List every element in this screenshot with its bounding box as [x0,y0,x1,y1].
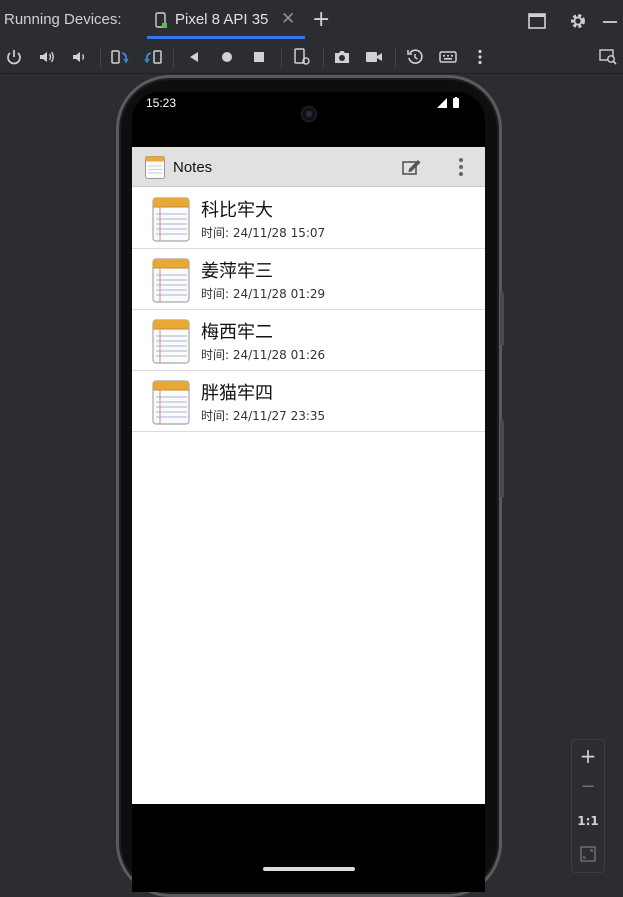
active-tab-indicator [147,36,305,39]
phone-device-icon [155,12,167,28]
note-notepad-icon [152,380,190,425]
overflow-menu-icon[interactable] [452,157,470,177]
overview-icon[interactable] [249,47,269,67]
note-notepad-icon [152,197,190,242]
camera-screenshot-icon[interactable] [332,47,352,67]
note-notepad-icon [152,258,190,303]
new-note-edit-icon[interactable] [402,158,422,176]
phone-volume-button [500,420,504,498]
screen-record-icon[interactable] [364,47,384,67]
device-mirroring-icon[interactable] [292,47,312,67]
note-list-item[interactable]: 胖猫牢四 时间: 24/11/27 23:35 [132,371,485,432]
toolbar-separator [281,48,282,68]
note-list-item[interactable]: 梅西牢二 时间: 24/11/28 01:26 [132,310,485,371]
note-title: 梅西牢二 [201,322,273,343]
note-list: 科比牢大 时间: 24/11/28 15:07 姜萍牢三 时间: 24/11/2… [132,188,485,432]
running-devices-tabbar: Running Devices: Pixel 8 API 35 ✕ + [0,0,623,42]
note-list-item[interactable]: 科比牢大 时间: 24/11/28 15:07 [132,188,485,249]
signal-battery-icon [437,97,459,108]
gesture-navigation-pill[interactable] [263,867,355,871]
home-icon[interactable] [217,47,237,67]
notes-app: Notes 科比牢大 时间: 24/11/28 15:07 姜萍牢三 时间: 2… [132,147,485,804]
note-title: 科比牢大 [201,200,273,221]
zoom-out-button[interactable]: − [572,776,604,797]
note-list-item[interactable]: 姜萍牢三 时间: 24/11/28 01:29 [132,249,485,310]
keyboard-icon[interactable] [438,47,458,67]
app-action-bar: Notes [132,147,485,187]
back-icon[interactable] [184,47,204,67]
zoom-controls: + − 1:1 [571,739,605,873]
minimize-icon[interactable] [600,11,620,31]
window-mode-icon[interactable] [527,11,547,31]
more-options-icon[interactable] [470,47,490,67]
note-time: 时间: 24/11/27 23:35 [201,409,326,423]
note-title: 姜萍牢三 [201,261,273,282]
volume-up-icon[interactable] [37,47,57,67]
front-camera [301,106,317,122]
toolbar-separator [323,48,324,68]
close-tab-icon[interactable]: ✕ [281,9,295,29]
rotate-left-icon[interactable] [110,47,130,67]
panel-title: Running Devices: [4,11,122,28]
rotate-right-icon[interactable] [143,47,163,67]
add-device-tab-button[interactable]: + [312,7,330,32]
device-tab-label: Pixel 8 API 35 [175,11,269,28]
note-title: 胖猫牢四 [201,383,273,404]
toolbar-separator [395,48,396,68]
gear-icon[interactable] [568,11,588,31]
phone-power-button [500,292,504,346]
note-time: 时间: 24/11/28 01:29 [201,287,326,301]
notepad-app-icon [145,156,165,179]
app-title: Notes [173,159,213,176]
note-notepad-icon [152,319,190,364]
device-tab-pixel-8[interactable]: Pixel 8 API 35 ✕ [145,0,305,39]
toolbar-separator [173,48,174,68]
snapshot-restore-icon[interactable] [405,47,425,67]
note-time: 时间: 24/11/28 15:07 [201,226,326,240]
zoom-actual-size-button[interactable]: 1:1 [572,814,604,828]
volume-down-icon[interactable] [69,47,89,67]
power-icon[interactable] [4,47,24,67]
toolbar-separator [100,48,101,68]
note-time: 时间: 24/11/28 01:26 [201,348,326,362]
status-bar-time: 15:23 [146,96,177,110]
zoom-in-button[interactable]: + [572,744,604,768]
zoom-fit-icon[interactable] [580,846,596,862]
emulator-toolbar [0,42,623,74]
layout-inspector-icon[interactable] [598,47,618,67]
